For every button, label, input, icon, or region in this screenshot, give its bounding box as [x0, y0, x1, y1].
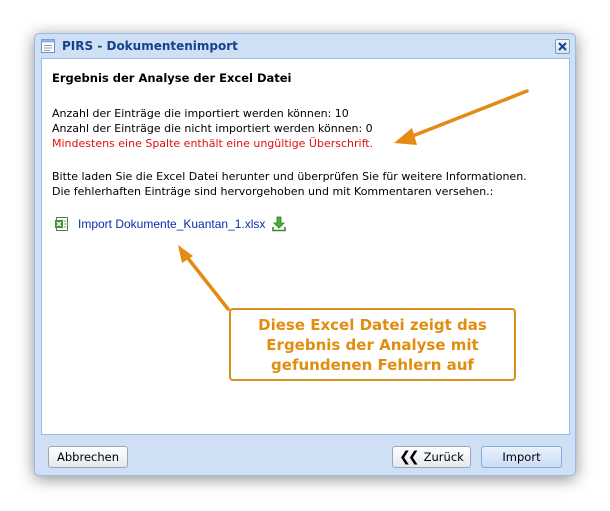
- analysis-heading: Ergebnis der Analyse der Excel Datei: [52, 71, 292, 85]
- import-button[interactable]: Import: [481, 446, 562, 468]
- document-window-icon: [41, 39, 55, 53]
- arrow-to-error-message: [394, 89, 529, 145]
- annotation-callout: Diese Excel Datei zeigt das Ergebnis der…: [229, 308, 516, 381]
- instruction-text-1: Bitte laden Sie die Excel Datei herunter…: [52, 170, 527, 183]
- dialog-title: PIRS - Dokumentenimport: [62, 39, 238, 53]
- instruction-text-2: Die fehlerhaften Einträge sind hervorgeh…: [52, 185, 494, 198]
- close-icon: [558, 42, 567, 51]
- importable-count: Anzahl der Einträge die importiert werde…: [52, 107, 349, 120]
- error-message: Mindestens eine Spalte enthält eine ungü…: [52, 137, 374, 150]
- cancel-button[interactable]: Abbrechen: [48, 446, 128, 468]
- excel-file-icon: [55, 217, 68, 231]
- cancel-button-label: Abbrechen: [57, 450, 119, 464]
- double-chevron-left-icon: ❮❮: [399, 449, 420, 465]
- back-button-label: Zurück: [423, 450, 464, 464]
- close-button[interactable]: [555, 39, 570, 54]
- file-row: Import Dokumente_Kuantan_1.xlsx: [54, 216, 287, 232]
- dialog-titlebar[interactable]: PIRS - Dokumentenimport: [35, 34, 575, 58]
- annotation-text: Diese Excel Datei zeigt das Ergebnis der…: [258, 315, 487, 374]
- back-button[interactable]: ❮❮ Zurück: [392, 446, 471, 468]
- excel-file-link[interactable]: Import Dokumente_Kuantan_1.xlsx: [78, 217, 265, 231]
- arrow-to-file-link: [178, 245, 230, 311]
- not-importable-count: Anzahl der Einträge die nicht importiert…: [52, 122, 373, 135]
- dialog-content: Ergebnis der Analyse der Excel Datei Anz…: [41, 58, 570, 435]
- download-icon[interactable]: [271, 216, 287, 232]
- import-dialog: PIRS - Dokumentenimport Ergebnis der Ana…: [34, 33, 576, 476]
- import-button-label: Import: [502, 450, 541, 464]
